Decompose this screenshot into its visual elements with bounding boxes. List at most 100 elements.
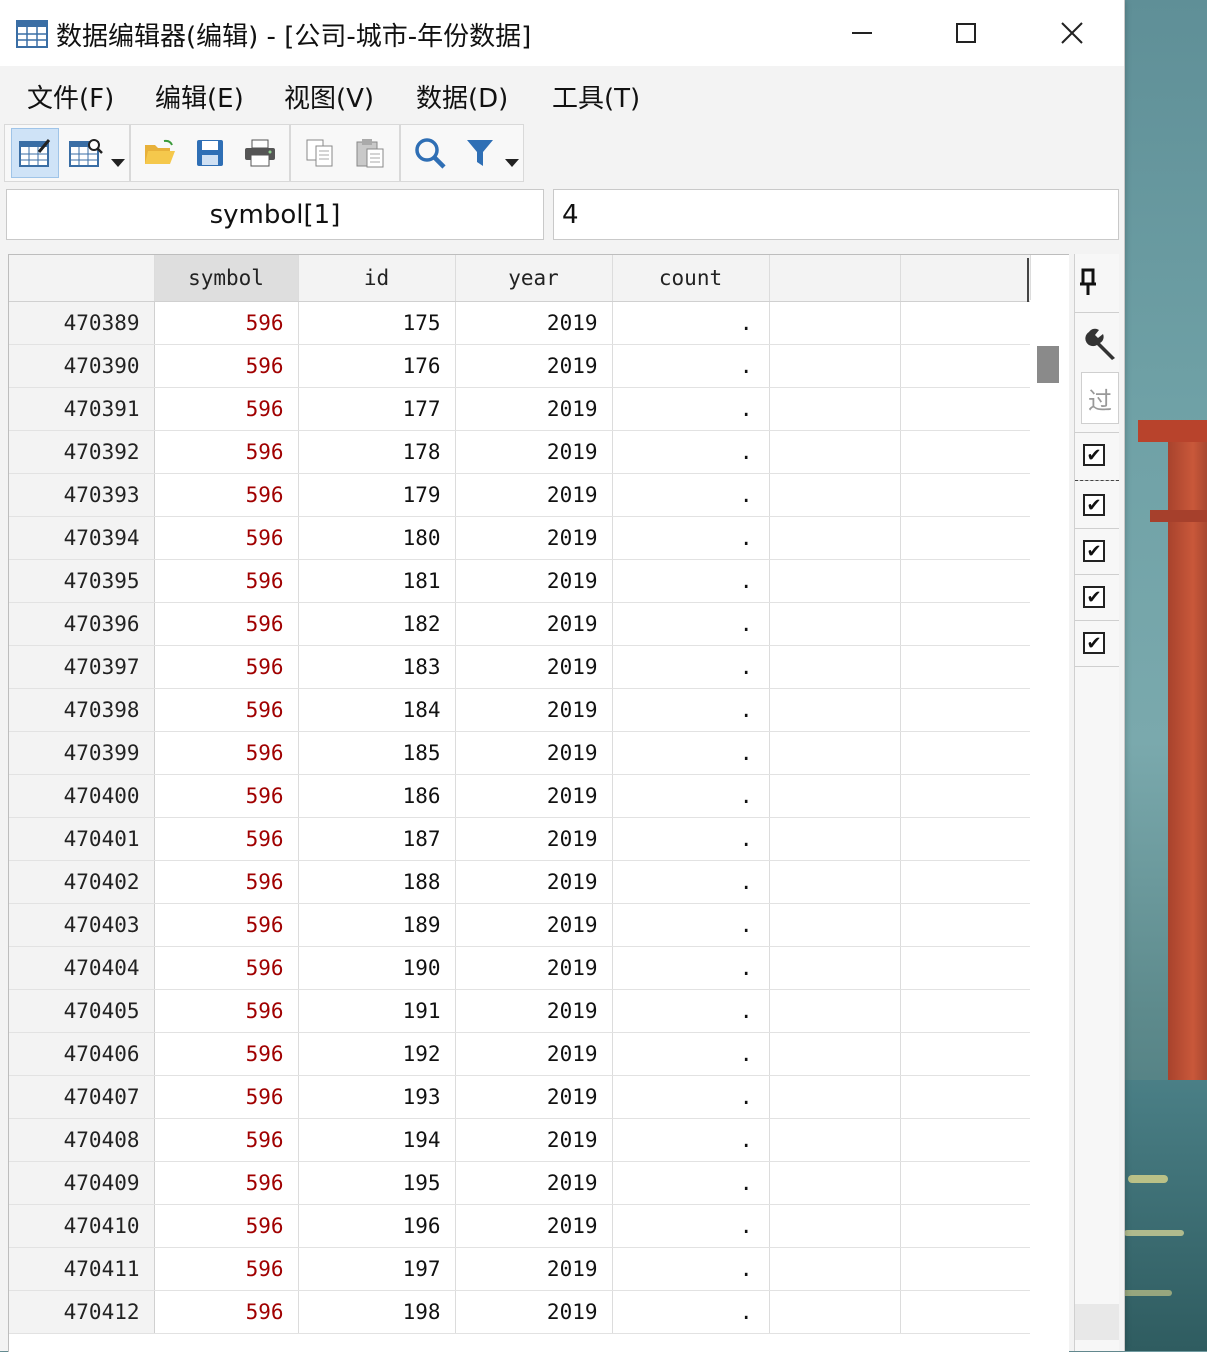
- cell-year[interactable]: 2019: [455, 1290, 613, 1334]
- cell-empty[interactable]: [900, 731, 1031, 775]
- cell-symbol[interactable]: 596: [154, 301, 299, 345]
- cell-empty[interactable]: [769, 774, 901, 818]
- cell-empty[interactable]: [900, 817, 1031, 861]
- cell-year[interactable]: 2019: [455, 903, 613, 947]
- title-bar[interactable]: 数据编辑器(编辑) - [公司-城市-年份数据]: [0, 0, 1124, 66]
- cell-empty[interactable]: [769, 473, 901, 517]
- row-number-header[interactable]: [9, 255, 155, 302]
- cell-count[interactable]: .: [612, 1290, 770, 1334]
- menu-data[interactable]: 数据(D): [416, 78, 508, 115]
- filter-button[interactable]: [457, 129, 503, 177]
- cell-year[interactable]: 2019: [455, 516, 613, 560]
- data-editor-edit-button[interactable]: [11, 128, 59, 178]
- cell-id[interactable]: 185: [298, 731, 456, 775]
- cell-empty[interactable]: [769, 903, 901, 947]
- cell-year[interactable]: 2019: [455, 301, 613, 345]
- cell-id[interactable]: 180: [298, 516, 456, 560]
- cell-year[interactable]: 2019: [455, 946, 613, 990]
- copy-button[interactable]: [297, 129, 343, 177]
- cell-symbol[interactable]: 596: [154, 903, 299, 947]
- cell-id[interactable]: 176: [298, 344, 456, 388]
- panel-scroll-region[interactable]: [1075, 1304, 1119, 1340]
- cell-empty[interactable]: [900, 1075, 1031, 1119]
- cell-empty[interactable]: [900, 1204, 1031, 1248]
- column-header-empty[interactable]: [900, 255, 1031, 302]
- cell-empty[interactable]: [769, 688, 901, 732]
- cell-empty[interactable]: [900, 1161, 1031, 1205]
- cell-year[interactable]: 2019: [455, 645, 613, 689]
- cell-empty[interactable]: [900, 903, 1031, 947]
- column-header-count[interactable]: count: [612, 255, 770, 302]
- menu-file[interactable]: 文件(F): [27, 78, 114, 115]
- cell-count[interactable]: .: [612, 860, 770, 904]
- cell-symbol[interactable]: 596: [154, 774, 299, 818]
- cell-empty[interactable]: [769, 1075, 901, 1119]
- cell-empty[interactable]: [769, 989, 901, 1033]
- cell-empty[interactable]: [900, 774, 1031, 818]
- properties-tool-button[interactable]: [1085, 326, 1119, 362]
- cell-year[interactable]: 2019: [455, 430, 613, 474]
- row-number[interactable]: 470409: [9, 1161, 155, 1205]
- paste-button[interactable]: [347, 129, 393, 177]
- cell-count[interactable]: .: [612, 516, 770, 560]
- cell-year[interactable]: 2019: [455, 731, 613, 775]
- variable-checkbox[interactable]: ✔: [1083, 586, 1105, 608]
- cell-id[interactable]: 181: [298, 559, 456, 603]
- menu-view[interactable]: 视图(V): [284, 78, 374, 115]
- cell-year[interactable]: 2019: [455, 1075, 613, 1119]
- cell-year[interactable]: 2019: [455, 989, 613, 1033]
- cell-count[interactable]: .: [612, 817, 770, 861]
- cell-count[interactable]: .: [612, 559, 770, 603]
- cell-count[interactable]: .: [612, 645, 770, 689]
- cell-id[interactable]: 194: [298, 1118, 456, 1162]
- cell-year[interactable]: 2019: [455, 387, 613, 431]
- cell-count[interactable]: .: [612, 344, 770, 388]
- cell-id[interactable]: 196: [298, 1204, 456, 1248]
- cell-empty[interactable]: [900, 688, 1031, 732]
- menu-tools[interactable]: 工具(T): [552, 78, 640, 115]
- print-button[interactable]: [237, 129, 283, 177]
- cell-symbol[interactable]: 596: [154, 1075, 299, 1119]
- cell-empty[interactable]: [900, 946, 1031, 990]
- cell-year[interactable]: 2019: [455, 817, 613, 861]
- cell-symbol[interactable]: 596: [154, 1032, 299, 1076]
- row-number[interactable]: 470404: [9, 946, 155, 990]
- cell-year[interactable]: 2019: [455, 688, 613, 732]
- cell-year[interactable]: 2019: [455, 602, 613, 646]
- variable-checkbox[interactable]: ✔: [1083, 540, 1105, 562]
- cell-symbol[interactable]: 596: [154, 1161, 299, 1205]
- cell-empty[interactable]: [900, 860, 1031, 904]
- cell-id[interactable]: 183: [298, 645, 456, 689]
- variable-checkbox[interactable]: ✔: [1083, 494, 1105, 516]
- open-button[interactable]: [137, 129, 183, 177]
- cell-empty[interactable]: [769, 344, 901, 388]
- cell-id[interactable]: 188: [298, 860, 456, 904]
- row-number[interactable]: 470402: [9, 860, 155, 904]
- cell-year[interactable]: 2019: [455, 1118, 613, 1162]
- cell-count[interactable]: .: [612, 688, 770, 732]
- cell-id[interactable]: 189: [298, 903, 456, 947]
- cell-symbol[interactable]: 596: [154, 516, 299, 560]
- cell-empty[interactable]: [900, 516, 1031, 560]
- maximize-button[interactable]: [936, 10, 996, 56]
- cell-year[interactable]: 2019: [455, 1032, 613, 1076]
- cell-symbol[interactable]: 596: [154, 688, 299, 732]
- cell-count[interactable]: .: [612, 1075, 770, 1119]
- cell-id[interactable]: 182: [298, 602, 456, 646]
- cell-count[interactable]: .: [612, 946, 770, 990]
- row-number[interactable]: 470405: [9, 989, 155, 1033]
- cell-empty[interactable]: [900, 645, 1031, 689]
- cell-empty[interactable]: [769, 860, 901, 904]
- row-number[interactable]: 470396: [9, 602, 155, 646]
- cell-symbol[interactable]: 596: [154, 946, 299, 990]
- cell-id[interactable]: 198: [298, 1290, 456, 1334]
- cell-count[interactable]: .: [612, 1118, 770, 1162]
- cell-empty[interactable]: [900, 602, 1031, 646]
- cell-empty[interactable]: [900, 1247, 1031, 1291]
- menu-edit[interactable]: 编辑(E): [155, 78, 244, 115]
- cell-empty[interactable]: [900, 387, 1031, 431]
- row-number[interactable]: 470410: [9, 1204, 155, 1248]
- cell-count[interactable]: .: [612, 1247, 770, 1291]
- data-grid[interactable]: symbol id year count 470389 596 175 2019. 47…: [8, 254, 1069, 1352]
- cell-id[interactable]: 179: [298, 473, 456, 517]
